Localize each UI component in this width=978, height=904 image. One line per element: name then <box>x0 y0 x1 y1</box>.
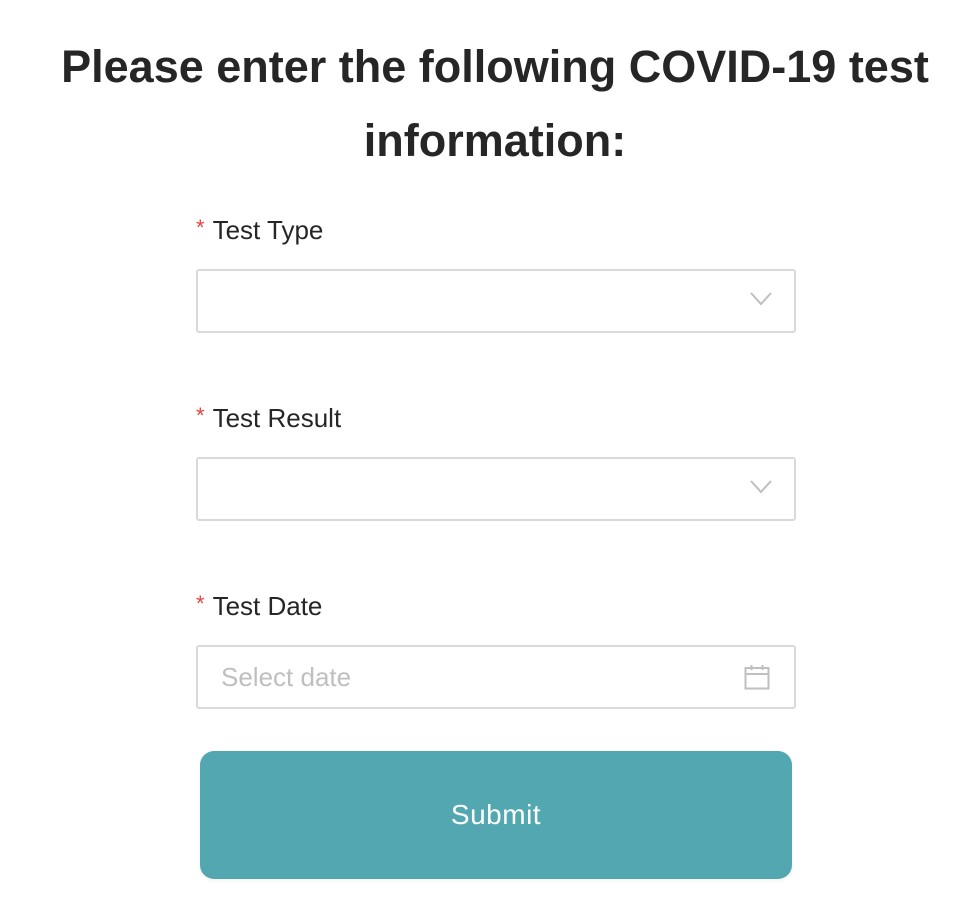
chevron-down-icon <box>750 292 772 306</box>
required-asterisk: * <box>196 591 205 616</box>
test-result-field: * Test Result <box>196 393 796 521</box>
test-result-label-row: * Test Result <box>196 393 796 443</box>
test-type-select[interactable] <box>196 269 796 333</box>
required-asterisk: * <box>196 215 205 240</box>
test-type-label-row: * Test Type <box>196 205 796 255</box>
test-date-placeholder: Select date <box>221 662 352 692</box>
test-type-label: Test Type <box>212 214 324 245</box>
test-date-label-row: * Test Date <box>196 581 796 631</box>
calendar-icon <box>744 665 770 690</box>
test-result-label: Test Result <box>212 402 342 433</box>
test-date-picker[interactable]: Select date <box>196 645 796 709</box>
test-type-field: * Test Type <box>196 205 796 333</box>
test-date-field: * Test Date Select date <box>196 581 796 709</box>
submit-button[interactable]: Submit <box>200 751 792 879</box>
covid-test-form: * Test Type * Test Result * Test Date Se… <box>196 205 796 709</box>
test-date-label: Test Date <box>212 590 323 621</box>
test-result-select[interactable] <box>196 457 796 521</box>
chevron-down-icon <box>750 480 772 494</box>
required-asterisk: * <box>196 403 205 428</box>
page-title: Please enter the following COVID-19 test… <box>61 41 929 166</box>
